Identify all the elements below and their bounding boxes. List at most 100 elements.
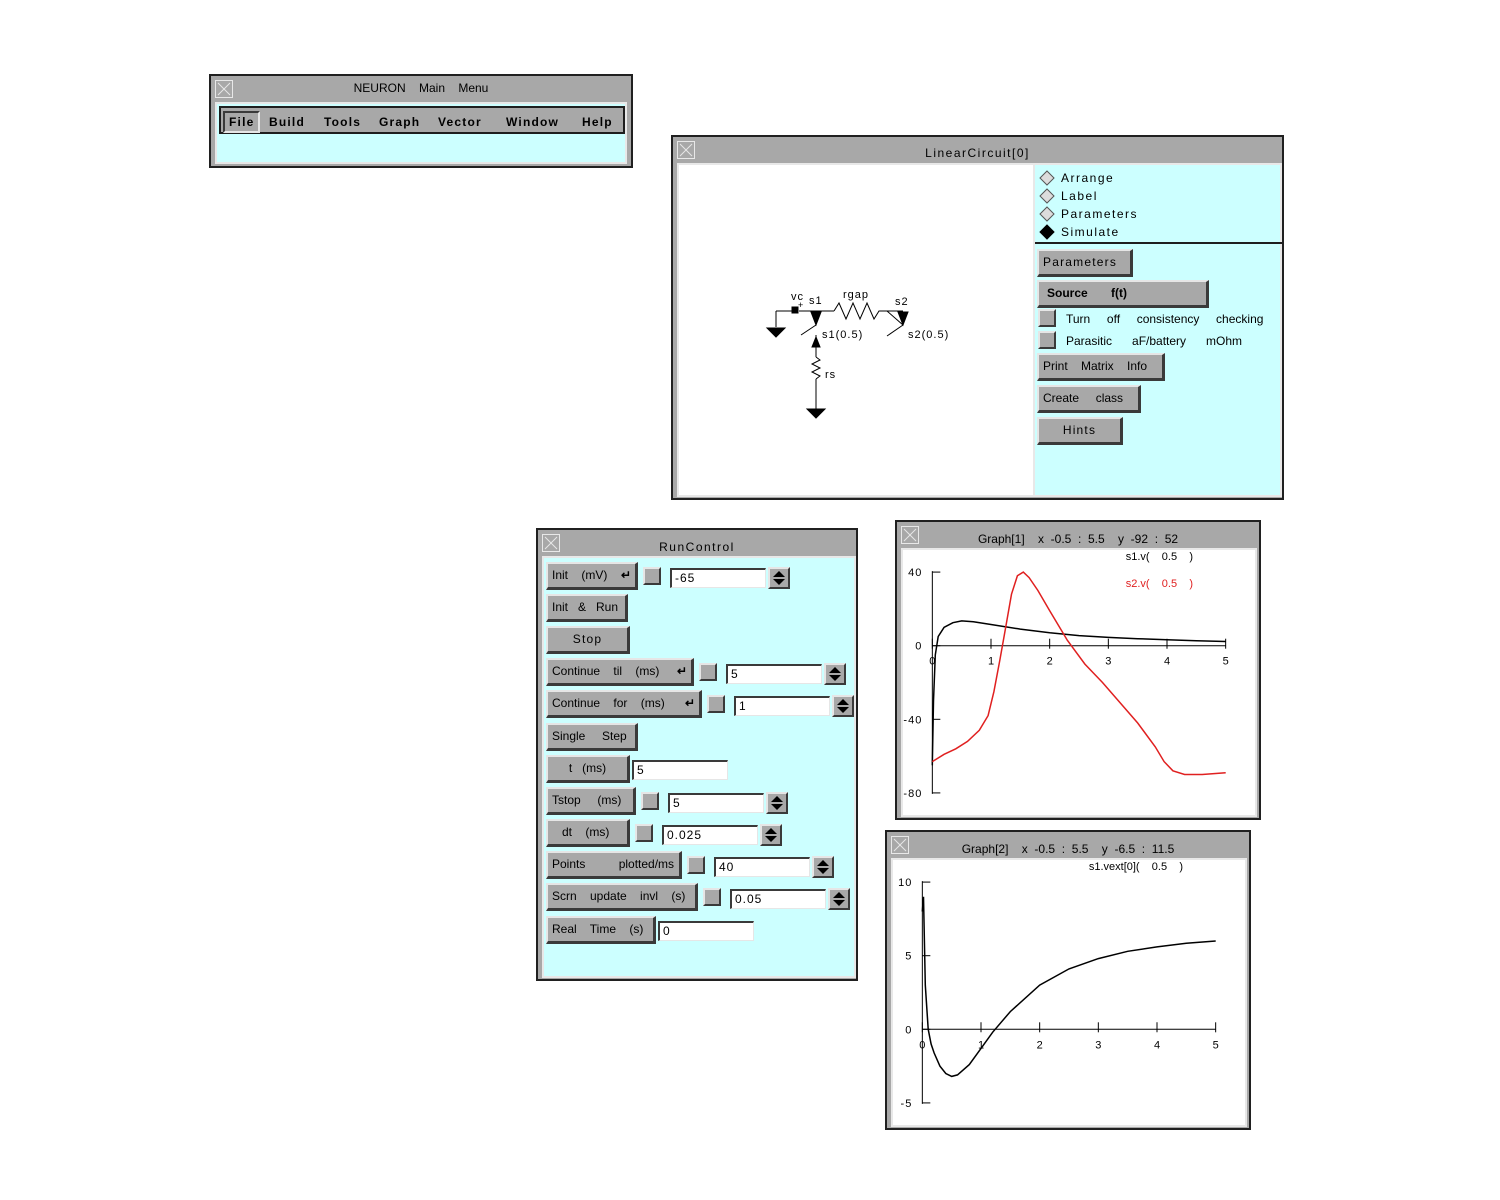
x-tick-label: 5: [1223, 656, 1229, 668]
menu-file[interactable]: File: [223, 111, 261, 133]
radio-diamond-selected-icon: [1039, 224, 1055, 240]
radio-diamond-icon: [1039, 206, 1055, 222]
print-matrix-info-button[interactable]: Print Matrix Info: [1037, 353, 1165, 381]
label-rgap: rgap: [843, 289, 869, 301]
radio-diamond-icon: [1039, 188, 1055, 204]
enter-arrow-icon: ↵: [684, 696, 695, 710]
single-step-button[interactable]: Single Step: [546, 723, 638, 751]
create-class-button[interactable]: Create class: [1037, 385, 1141, 413]
real-time-button[interactable]: Real Time (s): [546, 916, 656, 944]
y-tick-label: -80: [903, 788, 922, 800]
legend-entry-2: s2.v( 0.5 ): [1126, 578, 1193, 590]
continue-for-button[interactable]: Continue for (ms) ↵: [546, 690, 702, 718]
menu-graph[interactable]: Graph: [375, 111, 424, 133]
init-and-run-button[interactable]: Init & Run: [546, 594, 628, 622]
screen-update-button[interactable]: Scrn update invl (s): [546, 883, 698, 911]
run-control-client: Init (mV) ↵ -65 Init & Run Stop Continue …: [542, 556, 856, 978]
graph2-canvas[interactable]: 10 5 0 -5 0 1 2 3 4 5 s1.vext[0]( 0.5 ): [891, 858, 1247, 1127]
stepper-arrows-icon: [829, 667, 841, 681]
window-title: Graph[2] x -0.5 : 5.5 y -6.5 : 11.5: [961, 842, 1175, 856]
main-menu-client: File Build Tools Graph Vector Window Hel…: [215, 102, 627, 164]
y-tick-label: 40: [908, 567, 922, 579]
continue-til-field[interactable]: 5: [726, 664, 822, 684]
graph2-titlebar[interactable]: Graph[2] x -0.5 : 5.5 y -6.5 : 11.5: [887, 832, 1249, 856]
main-menu-titlebar[interactable]: NEURON Main Menu: [211, 76, 631, 100]
continue-til-checkbox[interactable]: [699, 663, 717, 681]
dt-stepper[interactable]: [760, 824, 782, 846]
y-tick-label: 0: [905, 1024, 912, 1036]
consistency-label: Turn off consistency checking: [1066, 312, 1264, 326]
series-line-1: [931, 620, 1226, 766]
dt-checkbox[interactable]: [635, 824, 653, 842]
label-plus: +: [798, 300, 803, 310]
menu-vector[interactable]: Vector: [434, 111, 486, 133]
parasitic-label: Parasitic aF/battery mOhm: [1066, 334, 1243, 348]
init-button[interactable]: Init (mV) ↵: [546, 562, 638, 590]
graph2-plot: 1050-50 1 2 3 4 5s1.vext[0]( 0.5 ): [898, 861, 1219, 1110]
source-button[interactable]: Source f(t): [1037, 280, 1209, 308]
run-control-titlebar[interactable]: RunControl: [538, 530, 856, 554]
t-button[interactable]: t (ms): [546, 755, 630, 783]
graph1-titlebar[interactable]: Graph[1] x -0.5 : 5.5 y -92 : 52: [897, 522, 1259, 546]
x-tick-label: 5: [1213, 1039, 1219, 1051]
points-plotted-checkbox[interactable]: [687, 856, 705, 874]
parameters-button[interactable]: Parameters: [1037, 249, 1133, 277]
continue-til-button[interactable]: Continue til (ms) ↵: [546, 658, 694, 686]
points-plotted-button[interactable]: Points plotted/ms: [546, 851, 682, 879]
continue-for-stepper[interactable]: [832, 695, 854, 717]
menu-build[interactable]: Build: [265, 111, 309, 133]
menu-help[interactable]: Help: [578, 111, 617, 133]
continue-for-field[interactable]: 1: [734, 696, 830, 716]
window-title: LinearCircuit[0]: [925, 146, 1030, 160]
stop-button[interactable]: Stop: [546, 626, 630, 654]
radio-diamond-icon: [1039, 170, 1055, 186]
legend-entry-1: s1.v( 0.5 ): [1126, 551, 1193, 563]
x-tick-label: 0: [919, 1039, 925, 1051]
screen-update-checkbox[interactable]: [703, 888, 721, 906]
screen-update-stepper[interactable]: [828, 888, 850, 910]
circuit-diagram: vc + s1 rgap s2 s1(0.5) s2(0.5) rs: [765, 289, 948, 419]
init-stepper[interactable]: [768, 567, 790, 589]
dt-field[interactable]: 0.025: [662, 825, 758, 845]
screen-update-field[interactable]: 0.05: [730, 889, 826, 909]
tstop-field[interactable]: 5: [668, 793, 764, 813]
menu-tools[interactable]: Tools: [320, 111, 365, 133]
y-tick-label: -5: [901, 1098, 913, 1110]
legend-entry-1: s1.vext[0]( 0.5 ): [1089, 861, 1183, 873]
points-plotted-field[interactable]: 40: [714, 857, 810, 877]
window-title: NEURON Main Menu: [353, 81, 489, 95]
x-tick-label: 3: [1105, 656, 1111, 668]
x-tick-label: 2: [1037, 1039, 1043, 1051]
label-s1: s1: [809, 295, 823, 307]
y-tick-label: 5: [905, 951, 912, 963]
menu-window[interactable]: Window: [502, 111, 563, 133]
hints-button[interactable]: Hints: [1037, 417, 1123, 445]
main-menu-window: NEURON Main Menu File Build Tools Graph …: [209, 74, 633, 168]
t-value-field[interactable]: 5: [632, 760, 728, 780]
dt-button[interactable]: dt (ms): [546, 819, 630, 847]
series-line-1: [921, 896, 1216, 1078]
panel-divider: [1035, 242, 1282, 244]
tstop-button[interactable]: Tstop (ms): [546, 787, 636, 815]
tstop-stepper[interactable]: [766, 792, 788, 814]
tstop-checkbox[interactable]: [641, 792, 659, 810]
continue-til-stepper[interactable]: [824, 663, 846, 685]
y-tick-label: 0: [915, 641, 922, 653]
circuit-canvas[interactable]: vc + s1 rgap s2 s1(0.5) s2(0.5) rs: [677, 163, 1035, 497]
x-tick-label: 1: [988, 656, 994, 668]
real-time-field[interactable]: 0: [658, 921, 754, 941]
circuit-control-panel: Arrange Label Parameters Simulate Parame…: [1033, 163, 1282, 497]
menu-bar: File Build Tools Graph Vector Window Hel…: [219, 106, 625, 134]
linear-circuit-titlebar[interactable]: LinearCircuit[0]: [673, 137, 1282, 161]
init-checkbox[interactable]: [643, 567, 661, 585]
run-control-window: RunControl Init (mV) ↵ -65 Init & Run Sto…: [536, 528, 858, 981]
label-s1-loc: s1(0.5): [822, 329, 863, 341]
consistency-checkbox[interactable]: [1038, 309, 1056, 327]
init-value-field[interactable]: -65: [670, 568, 766, 588]
points-plotted-stepper[interactable]: [812, 856, 834, 878]
parasitic-checkbox[interactable]: [1038, 331, 1056, 349]
continue-for-checkbox[interactable]: [707, 695, 725, 713]
graph1-canvas[interactable]: 40 0 -40 -80 0 1 2 3 4 5 s1.v( 0.5 ) s2.v( 0.5 ): [901, 548, 1257, 817]
x-tick-label: 4: [1154, 1039, 1160, 1051]
linear-circuit-window: LinearCircuit[0] vc + s1 rgap s2 s1(0.5)…: [671, 135, 1284, 500]
